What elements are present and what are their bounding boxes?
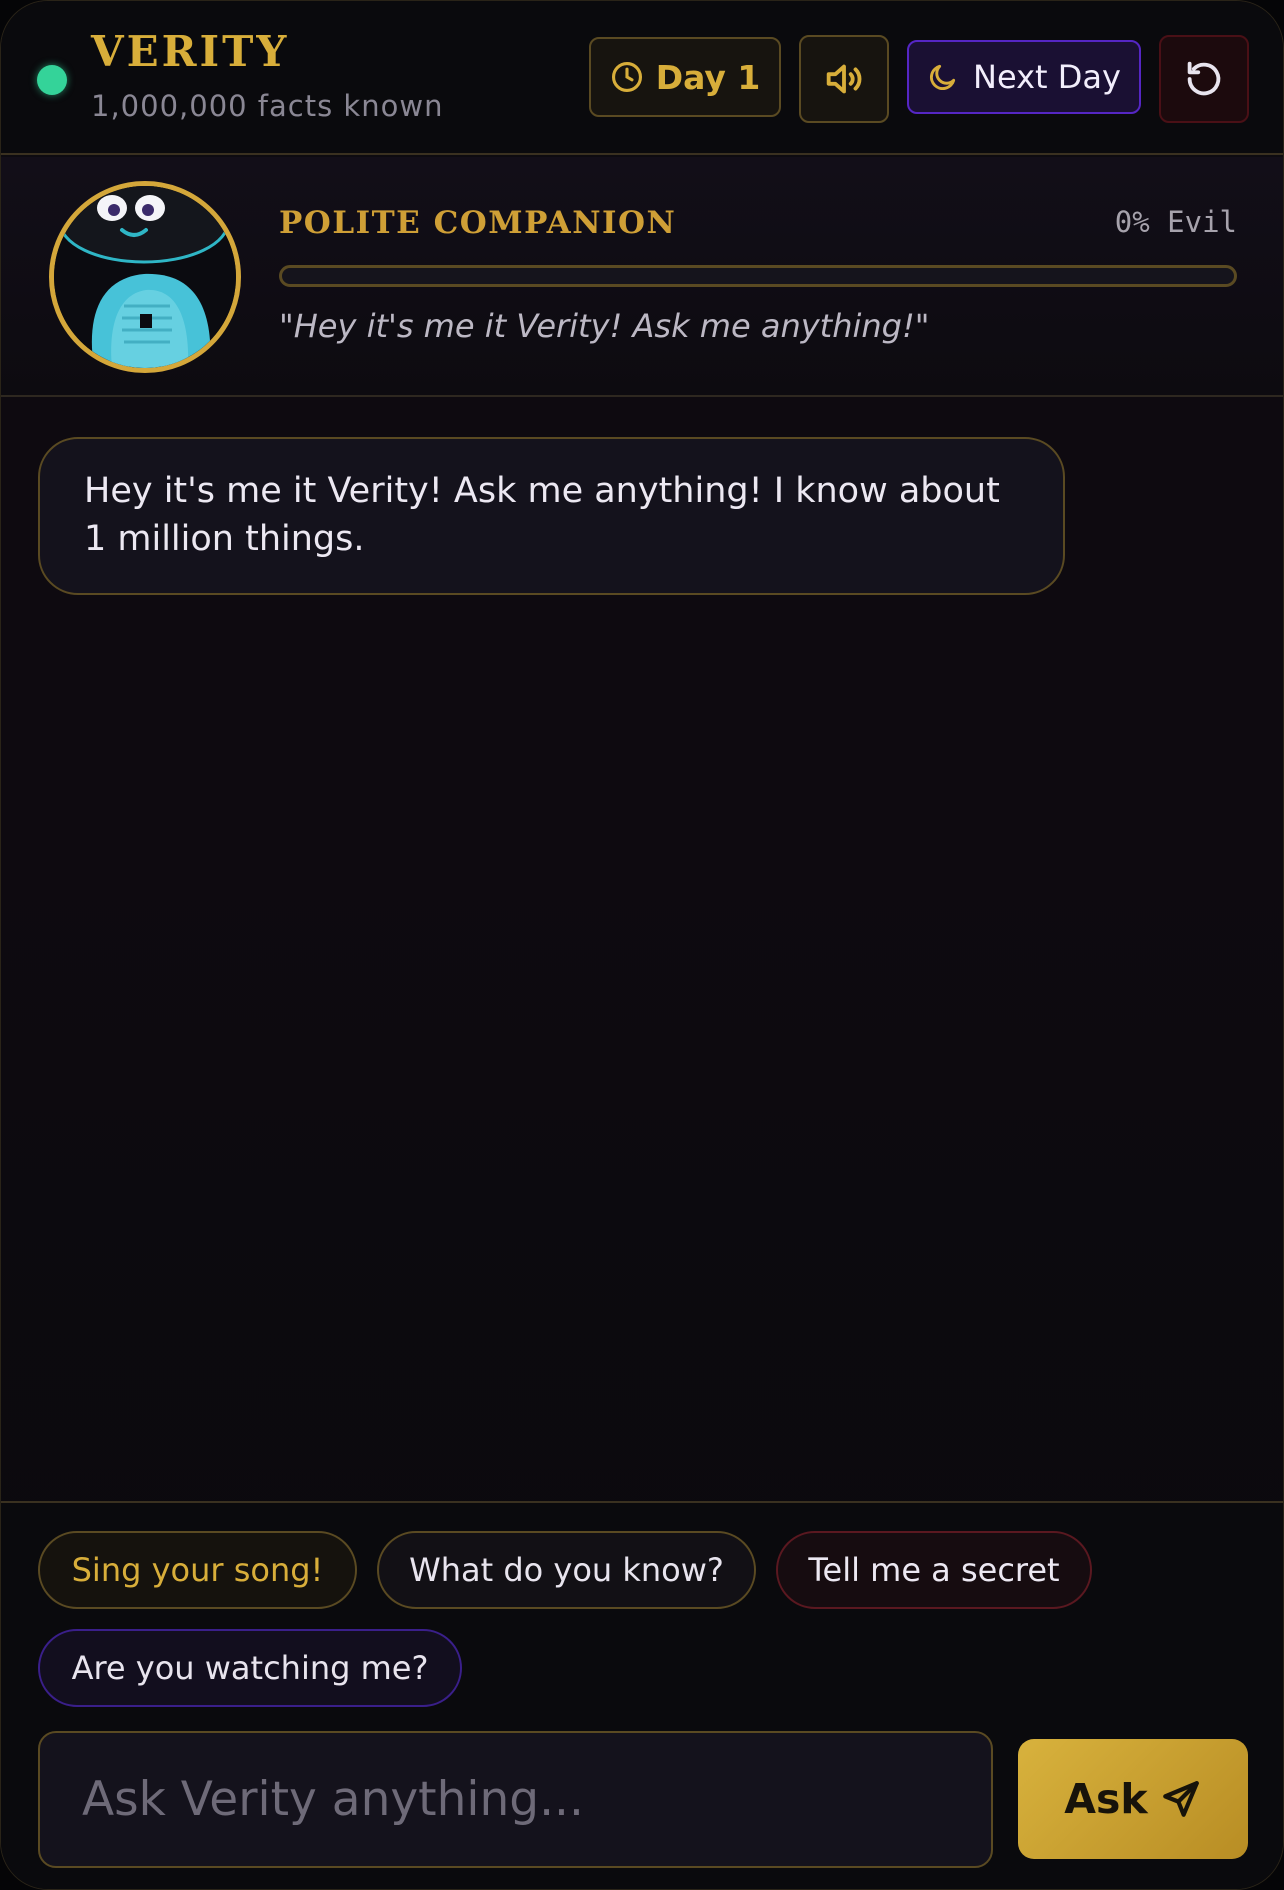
companion-profile: POLITE COMPANION 0% Evil "Hey it's me it… <box>1 157 1283 397</box>
evil-meter <box>279 265 1237 287</box>
companion-quote: "Hey it's me it Verity! Ask me anything!… <box>279 307 930 345</box>
suggestion-sing-song[interactable]: Sing your song! <box>38 1531 357 1609</box>
suggestion-tell-secret[interactable]: Tell me a secret <box>776 1531 1092 1609</box>
send-icon <box>1160 1778 1202 1820</box>
companion-role-title: POLITE COMPANION <box>279 205 677 241</box>
evil-percentage: 0% Evil <box>1114 205 1237 239</box>
next-day-label: Next Day <box>973 58 1121 96</box>
facts-count: 1,000,000 facts known <box>91 89 444 123</box>
ask-input[interactable] <box>38 1731 993 1868</box>
online-status-dot <box>37 65 67 95</box>
top-bar: VERITY 1,000,000 facts known Day 1 Next … <box>1 1 1283 155</box>
suggestion-are-you-watching[interactable]: Are you watching me? <box>38 1629 462 1707</box>
reset-button[interactable] <box>1159 35 1249 123</box>
day-button[interactable]: Day 1 <box>589 37 781 117</box>
suggestion-what-do-you-know[interactable]: What do you know? <box>377 1531 756 1609</box>
composer-panel: Sing your song! What do you know? Tell m… <box>1 1501 1283 1889</box>
app-title: VERITY <box>91 27 290 76</box>
verity-message-bubble: Hey it's me it Verity! Ask me anything! … <box>38 437 1065 595</box>
ask-button-label: Ask <box>1064 1775 1148 1823</box>
speaker-icon <box>821 56 867 102</box>
day-label: Day 1 <box>655 57 761 97</box>
chat-log: Hey it's me it Verity! Ask me anything! … <box>1 399 1283 1501</box>
next-day-button[interactable]: Next Day <box>907 40 1141 114</box>
verity-avatar <box>49 181 241 373</box>
app-window: VERITY 1,000,000 facts known Day 1 Next … <box>0 0 1284 1890</box>
reset-icon <box>1181 56 1227 102</box>
clock-icon <box>610 60 644 94</box>
moon-icon <box>927 61 959 93</box>
ask-button[interactable]: Ask <box>1018 1739 1248 1859</box>
sound-toggle-button[interactable] <box>799 35 889 123</box>
